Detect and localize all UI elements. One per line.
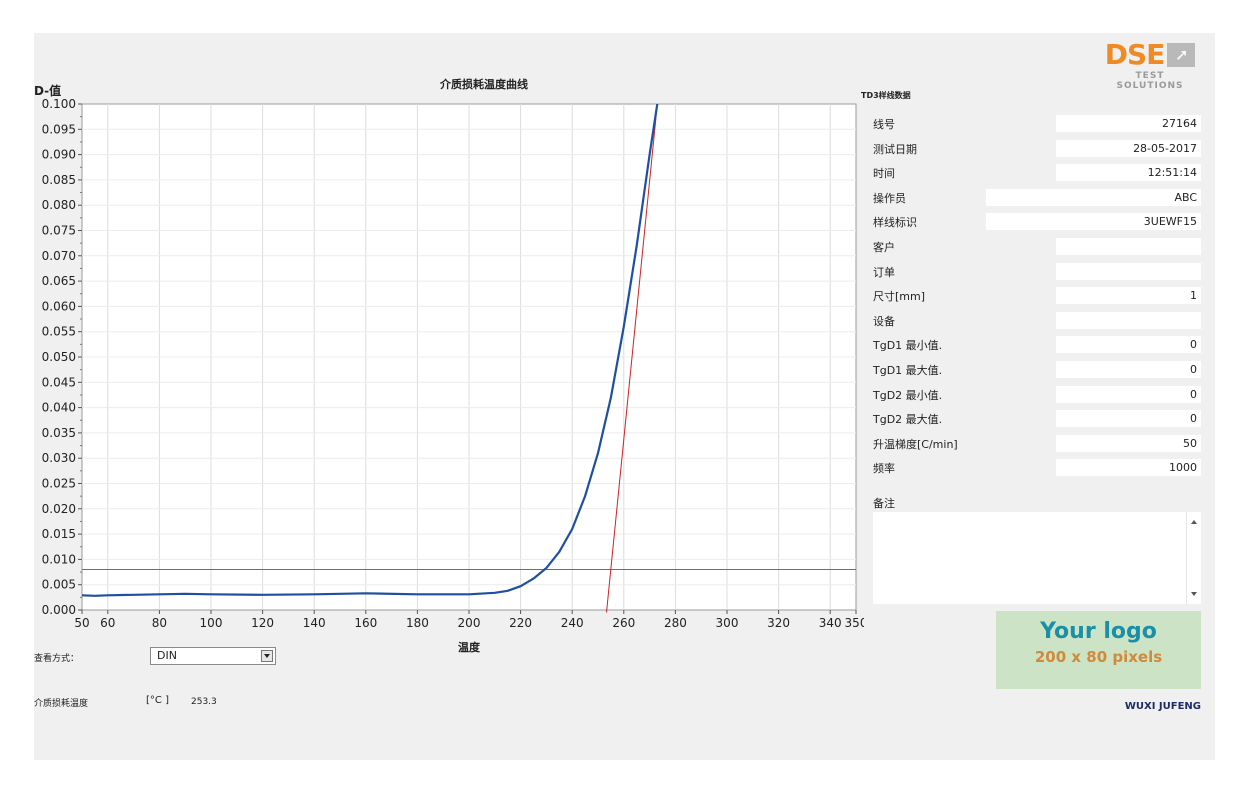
y-tick-label: 0.095 [42,122,76,136]
x-tick-label: 280 [664,616,687,630]
y-tick-label: 0.045 [42,375,76,389]
info-row-value[interactable] [1056,263,1201,280]
info-row-label: 线号 [873,118,895,131]
info-row-value[interactable]: 0 [1056,410,1201,427]
y-tick-label: 0.030 [42,451,76,465]
y-tick-label: 0.065 [42,274,76,288]
chart-title: 介质损耗温度曲线 [440,78,528,91]
y-tick-label: 0.040 [42,401,76,415]
info-row-label: 操作员 [873,192,906,205]
x-tick-label: 120 [251,616,274,630]
y-tick-label: 0.015 [42,527,76,541]
x-axis-title: 温度 [458,641,480,654]
x-tick-label: 240 [561,616,584,630]
notes-textarea[interactable] [873,512,1201,604]
x-tick-label: 350 [845,616,864,630]
brand-logo: DSE ➚ TEST SOLUTIONS [1100,39,1200,91]
info-row-value[interactable]: 1 [1056,287,1201,304]
view-mode-value: DIN [157,649,177,662]
info-row-value[interactable]: 12:51:14 [1056,164,1201,181]
y-tick-label: 0.035 [42,426,76,440]
dissipation-temp-value: 253.3 [191,697,217,707]
info-row-label: 频率 [873,462,895,475]
y-axis-title: D-值 [34,84,62,98]
y-tick-label: 0.050 [42,350,76,364]
info-row-value[interactable] [1056,238,1201,255]
info-row-label: 尺寸[mm] [873,290,926,303]
y-tick-label: 0.080 [42,198,76,212]
y-tick-label: 0.025 [42,477,76,491]
info-row-label: 时间 [873,167,895,180]
scroll-up-icon[interactable] [1191,520,1197,524]
logo-placeholder-size: 200 x 80 pixels [1034,648,1163,666]
info-row-label: 设备 [873,315,895,328]
x-tick-label: 160 [354,616,377,630]
info-row-label: 升温梯度[C/min] [873,438,958,451]
x-tick-label: 100 [200,616,223,630]
info-row-value[interactable]: 1000 [1056,459,1201,476]
x-tick-label: 200 [458,616,481,630]
logo-arrow-icon: ➚ [1167,43,1196,67]
info-row-label: TgD2 最小值. [873,389,943,402]
info-row-label: TgD1 最小值. [873,339,943,352]
info-title: TD3样线数据 [861,91,911,100]
y-tick-label: 0.020 [42,502,76,516]
info-row-label: 客户 [873,241,895,254]
dissipation-chart: 50 60 80 100 120 140 160 180 200 220 240 260 280 300 3… [42,97,864,630]
y-tick-label: 0.075 [42,224,76,238]
y-tick-label: 0.000 [42,603,76,617]
info-row-value[interactable]: 0 [1056,336,1201,353]
info-row-value[interactable]: 28-05-2017 [1056,140,1201,157]
x-tick-label: 80 [152,616,167,630]
info-row-value[interactable]: 0 [1056,361,1201,378]
info-row-value[interactable] [1056,312,1201,329]
company-name: WUXI JUFENG [1124,701,1201,712]
scroll-down-icon[interactable] [1191,592,1197,596]
y-tick-label: 0.085 [42,173,76,187]
info-row-value[interactable]: ABC [986,189,1201,206]
x-tick-label: 260 [612,616,635,630]
notes-label: 备注 [873,497,895,510]
logo-placeholder: Your logo 200 x 80 pixels [996,611,1201,689]
y-tick-label: 0.090 [42,148,76,162]
info-row-label: 订单 [873,266,895,279]
info-row-value[interactable]: 0 [1056,386,1201,403]
chevron-down-icon[interactable] [261,650,273,662]
info-row-label: TgD1 最大值. [873,364,943,377]
info-row-value[interactable]: 50 [1056,435,1201,452]
x-tick-label: 320 [767,616,790,630]
x-tick-label: 60 [100,616,115,630]
x-tick-label: 340 [819,616,842,630]
info-row-label: 样线标识 [873,216,917,229]
x-tick-label: 180 [406,616,429,630]
notes-scrollbar[interactable] [1186,512,1201,604]
x-tick-label: 220 [509,616,532,630]
y-tick-label: 0.005 [42,578,76,592]
logo-subtitle: TEST SOLUTIONS [1116,71,1184,91]
y-tick-label: 0.010 [42,552,76,566]
main-panel: 50 60 80 100 120 140 160 180 200 220 240 260 280 300 3… [34,33,1215,760]
view-mode-select[interactable]: DIN [150,647,276,665]
view-mode-label: 查看方式： [34,654,80,664]
logo-placeholder-title: Your logo [1040,619,1157,644]
dissipation-temp-label: 介质损耗温度 [34,699,89,709]
x-tick-label: 50 [74,616,89,630]
info-row-label: 测试日期 [873,143,917,156]
y-tick-label: 0.100 [42,97,76,111]
info-row-label: TgD2 最大值. [873,413,943,426]
dissipation-temp-unit: [°C ] [146,695,169,706]
info-row-value[interactable]: 27164 [1056,115,1201,132]
info-row-value[interactable]: 3UEWF15 [986,213,1201,230]
x-tick-label: 300 [716,616,739,630]
y-tick-label: 0.070 [42,249,76,263]
logo-text: DSE [1104,38,1166,71]
y-tick-label: 0.055 [42,325,76,339]
y-tick-label: 0.060 [42,299,76,313]
x-tick-label: 140 [303,616,326,630]
